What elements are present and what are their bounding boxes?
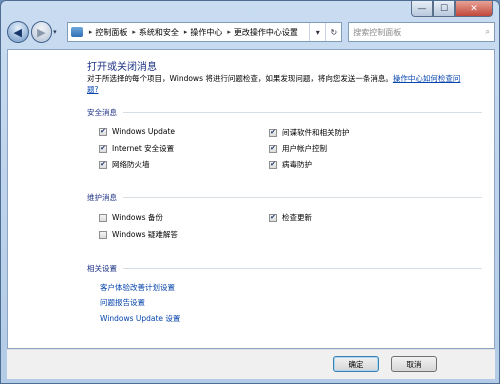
divider	[123, 268, 482, 269]
related-settings-heading: 相关设置	[87, 263, 482, 274]
refresh-icon: ↻	[330, 27, 338, 37]
refresh-button[interactable]: ↻	[325, 23, 341, 41]
description-text: 对于所选择的每个项目，Windows 将进行问题检查，如果发现问题，将向您发送一…	[87, 74, 393, 83]
checkbox-box[interactable]	[99, 213, 107, 222]
search-input[interactable]: 搜索控制面板 ⌕	[348, 22, 495, 42]
search-placeholder: 搜索控制面板	[353, 27, 402, 37]
checkbox-box[interactable]: ✔	[99, 160, 107, 169]
security-heading-text: 安全消息	[87, 108, 117, 117]
checkbox-label: Windows 疑难解答	[112, 230, 178, 239]
close-icon: ✕	[470, 3, 478, 14]
breadcrumb-system-security[interactable]: 系统和安全	[139, 27, 179, 38]
checkbox-label: Windows 备份	[112, 213, 163, 222]
checkbox-label: 网络防火墙	[112, 160, 150, 169]
checkbox-label: 检查更新	[282, 213, 312, 222]
breadcrumb-current-page[interactable]: 更改操作中心设置	[234, 27, 298, 38]
windows-update-settings-link[interactable]: Windows Update 设置	[100, 313, 180, 324]
windows-update-checkbox[interactable]: ✔ Windows Update	[99, 127, 175, 136]
problem-reporting-link[interactable]: 问题报告设置	[100, 297, 145, 308]
control-panel-icon	[70, 27, 83, 37]
page-title: 打开或关闭消息	[87, 62, 157, 73]
checkbox-box[interactable]: ✔	[99, 144, 107, 153]
page-description: 对于所选择的每个项目，Windows 将进行问题检查，如果发现问题，将向您发送一…	[87, 73, 467, 95]
maintenance-section-heading: 维护消息	[87, 192, 482, 203]
virus-protection-checkbox[interactable]: ✔ 病毒防护	[269, 159, 312, 170]
windows-backup-checkbox[interactable]: Windows 备份	[99, 212, 163, 223]
spyware-protection-checkbox[interactable]: ✔ 间谍软件和相关防护	[269, 127, 350, 138]
back-arrow-icon: ◀	[13, 25, 22, 39]
navigation-bar: ◀ ▶ ▾ ▸ 控制面板 ▸ 系统和安全 ▸ 操作中心 ▸ 更改操作中心设置 ▾…	[7, 19, 495, 45]
checkbox-label: Internet 安全设置	[112, 144, 175, 153]
ceip-settings-link[interactable]: 客户体验改善计划设置	[100, 282, 175, 293]
main-content: 打开或关闭消息 对于所选择的每个项目，Windows 将进行问题检查，如果发现问…	[7, 49, 495, 349]
ok-button[interactable]: 确定	[333, 356, 379, 372]
breadcrumb-action-center[interactable]: 操作中心	[190, 27, 222, 38]
checkbox-label: Windows Update	[112, 127, 176, 136]
breadcrumb-separator-icon[interactable]: ▸	[89, 28, 93, 36]
caption-buttons: — ☐ ✕	[411, 1, 493, 17]
maintenance-heading-text: 维护消息	[87, 193, 117, 202]
checkbox-box[interactable]	[99, 230, 107, 239]
maximize-button[interactable]: ☐	[433, 1, 455, 17]
address-dropdown-button[interactable]: ▾	[309, 23, 325, 41]
address-bar[interactable]: ▸ 控制面板 ▸ 系统和安全 ▸ 操作中心 ▸ 更改操作中心设置 ▾ ↻	[66, 22, 343, 42]
divider	[123, 112, 482, 113]
checkbox-label: 间谍软件和相关防护	[282, 128, 350, 137]
checkbox-box[interactable]: ✔	[269, 160, 277, 169]
back-button[interactable]: ◀	[7, 21, 29, 43]
breadcrumb-separator-icon[interactable]: ▸	[184, 28, 188, 36]
divider	[123, 197, 482, 198]
maximize-icon: ☐	[439, 3, 449, 14]
related-heading-text: 相关设置	[87, 264, 117, 273]
minimize-button[interactable]: —	[411, 1, 433, 17]
checkbox-box[interactable]: ✔	[269, 144, 277, 153]
cancel-button[interactable]: 取消	[391, 356, 437, 372]
internet-security-checkbox[interactable]: ✔ Internet 安全设置	[99, 143, 174, 154]
checkbox-box[interactable]: ✔	[99, 127, 107, 136]
search-icon: ⌕	[485, 27, 490, 36]
breadcrumb-separator-icon[interactable]: ▸	[132, 28, 136, 36]
forward-arrow-icon: ▶	[37, 25, 46, 39]
chevron-down-icon: ▾	[315, 27, 320, 37]
uac-checkbox[interactable]: ✔ 用户帐户控制	[269, 143, 327, 154]
close-button[interactable]: ✕	[455, 1, 493, 17]
troubleshooting-checkbox[interactable]: Windows 疑难解答	[99, 229, 178, 240]
breadcrumb-separator-icon[interactable]: ▸	[227, 28, 231, 36]
control-panel-window: — ☐ ✕ ◀ ▶ ▾ ▸ 控制面板 ▸ 系统和安全 ▸ 操作中心 ▸ 更改操作…	[0, 0, 500, 384]
checkbox-box[interactable]: ✔	[269, 128, 277, 137]
checkbox-box[interactable]: ✔	[269, 213, 277, 222]
dialog-footer: 确定 取消	[7, 349, 495, 379]
breadcrumb-control-panel[interactable]: 控制面板	[95, 27, 127, 38]
minimize-icon: —	[417, 3, 427, 14]
forward-button[interactable]: ▶	[30, 21, 53, 43]
checkbox-label: 病毒防护	[282, 160, 312, 169]
firewall-checkbox[interactable]: ✔ 网络防火墙	[99, 159, 150, 170]
security-section-heading: 安全消息	[87, 107, 482, 118]
checkbox-label: 用户帐户控制	[282, 144, 327, 153]
recent-pages-dropdown[interactable]: ▾	[53, 28, 63, 36]
check-updates-checkbox[interactable]: ✔ 检查更新	[269, 212, 312, 223]
